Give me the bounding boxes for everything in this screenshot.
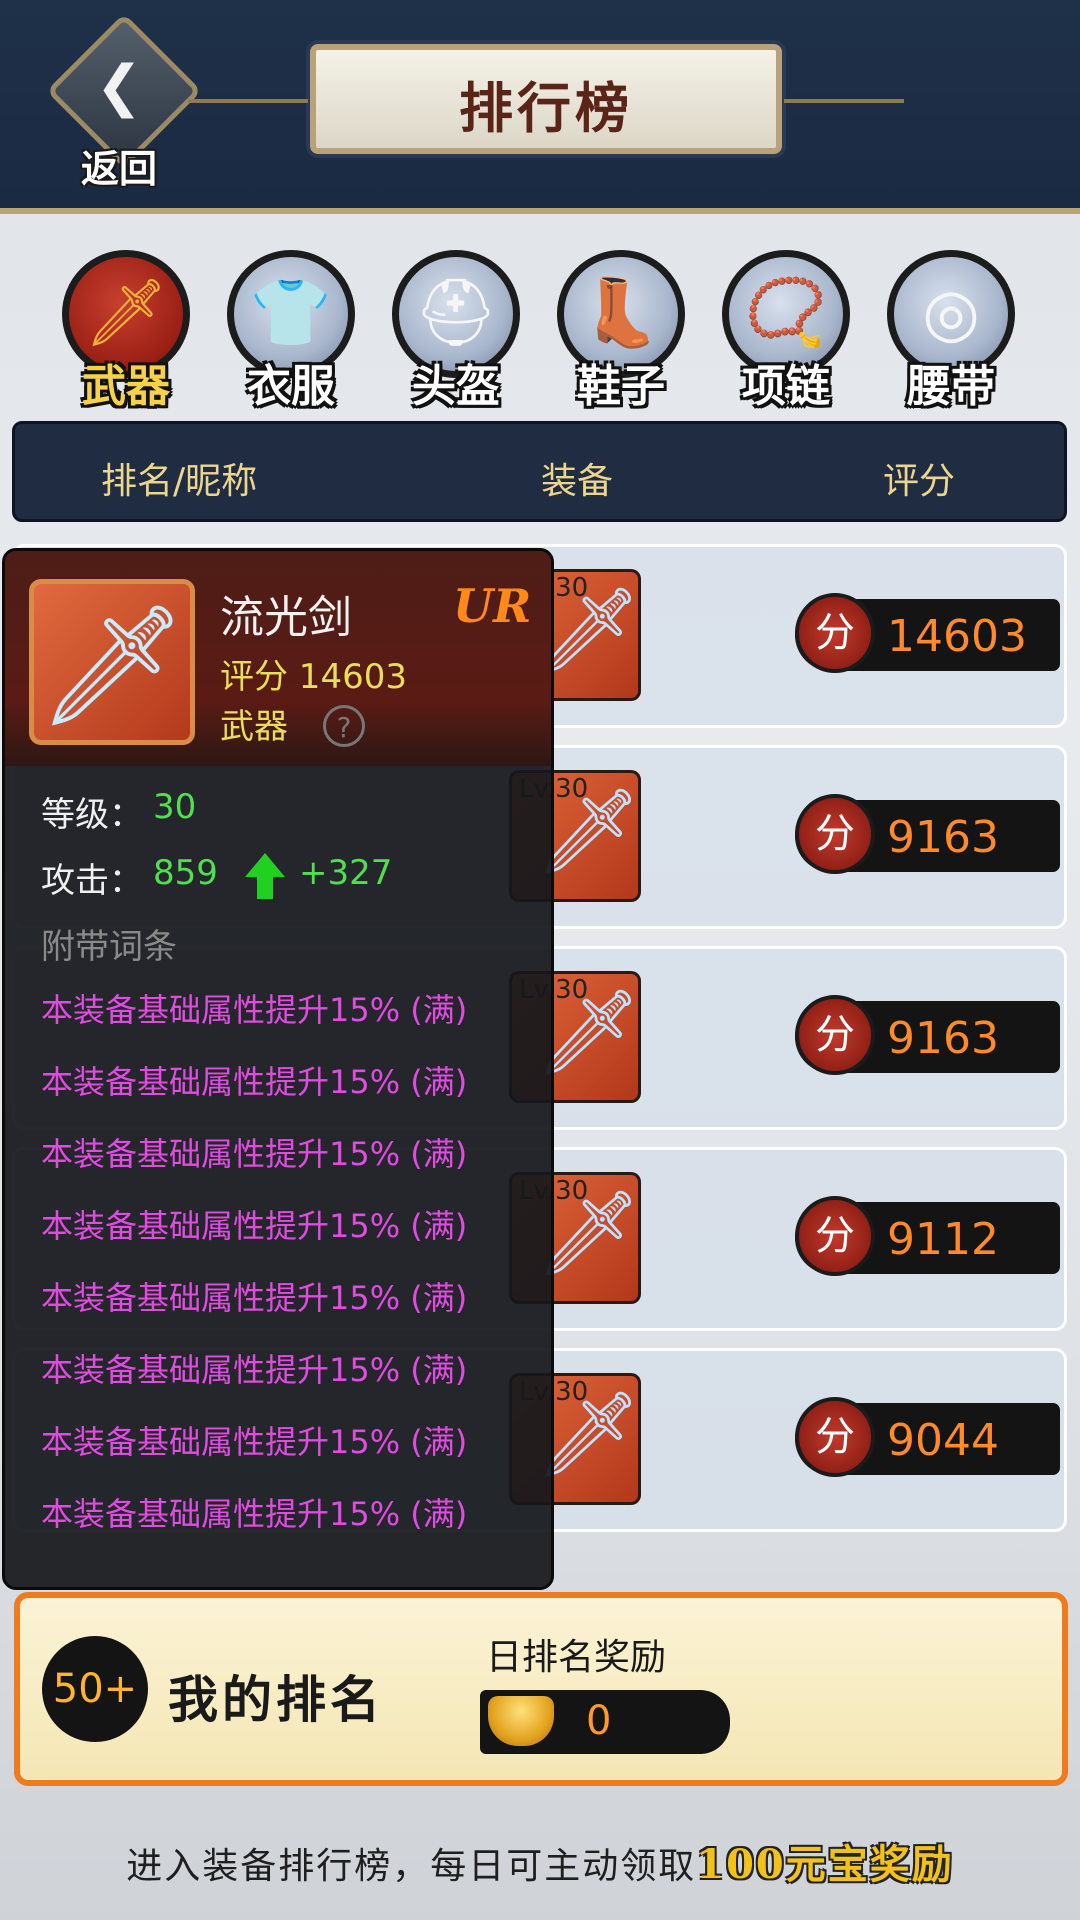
help-icon[interactable]: ? — [323, 705, 365, 747]
score-value: 14603 — [887, 611, 1027, 662]
score-icon: 分 — [795, 1397, 875, 1477]
attack-label: 攻击： — [41, 861, 143, 901]
tab-belt-label: 腰带 — [907, 361, 995, 412]
column-rank-nickname: 排名/昵称 — [101, 461, 258, 502]
daily-reward-value: 0 — [586, 1698, 612, 1744]
tab-weapon[interactable]: 🗡 武器 — [56, 250, 196, 412]
affix-item: 本装备基础属性提升15% (满) — [41, 1063, 468, 1101]
rarity-badge: UR — [453, 579, 532, 633]
affix-item: 本装备基础属性提升15% (满) — [41, 1423, 468, 1461]
affix-item: 本装备基础属性提升15% (满) — [41, 1207, 468, 1245]
tab-helmet-label: 头盔 — [412, 361, 500, 412]
footer-text: 进入装备排行榜，每日可主动领取 — [126, 1846, 697, 1887]
my-rank-label: 我的排名 — [168, 1670, 384, 1729]
page-title: 排行榜 — [459, 76, 633, 140]
column-score: 评分 — [883, 461, 956, 502]
level-label: 等级： — [41, 795, 143, 835]
tab-necklace-label: 项链 — [742, 361, 830, 412]
helmet-icon: ⛑ — [414, 274, 498, 351]
tab-helmet[interactable]: ⛑ 头盔 — [386, 250, 526, 412]
score-icon: 分 — [795, 1196, 875, 1276]
my-rank-panel: 50+ 我的排名 日排名奖励 0 — [14, 1592, 1068, 1786]
boot-icon: 👢 — [579, 274, 663, 351]
score-icon: 分 — [795, 995, 875, 1075]
column-equipment: 装备 — [541, 461, 614, 502]
equipment-tooltip: 🗡 流光剑 UR 评分 14603 武器 ? 等级： 30 攻击： 859 +3… — [2, 548, 554, 1590]
my-rank-badge: 50+ — [42, 1636, 148, 1742]
affix-item: 本装备基础属性提升15% (满) — [41, 1351, 468, 1389]
tab-belt[interactable]: ◎ 腰带 — [881, 250, 1021, 412]
armor-icon: 👕 — [249, 274, 333, 351]
tab-necklace[interactable]: 📿 项链 — [716, 250, 856, 412]
sword-icon: 🗡 — [84, 274, 168, 351]
belt-icon: ◎ — [922, 274, 980, 351]
score-bar: 分 9163 — [795, 794, 1060, 874]
score-bar: 分 9163 — [795, 995, 1060, 1075]
score-icon: 分 — [795, 794, 875, 874]
gold-ingot-icon — [488, 1696, 554, 1746]
score-value: 9044 — [887, 1415, 999, 1466]
table-header: 排名/昵称 装备 评分 — [12, 421, 1067, 522]
score-value: 9112 — [887, 1214, 999, 1265]
score-bar: 分 9112 — [795, 1196, 1060, 1276]
necklace-icon: 📿 — [744, 274, 828, 351]
sword-icon: 🗡 — [37, 596, 187, 734]
level-value: 30 — [153, 787, 197, 827]
score-bar: 分 9044 — [795, 1397, 1060, 1477]
equipment-name: 流光剑 — [220, 592, 352, 643]
score-value: 9163 — [887, 812, 999, 863]
score-icon: 分 — [795, 593, 875, 673]
equipment-score: 评分 14603 — [220, 657, 407, 697]
tab-clothes[interactable]: 👕 衣服 — [221, 250, 361, 412]
back-button[interactable]: ❮ 返回 — [44, 13, 202, 191]
score-bar: 分 14603 — [795, 593, 1060, 673]
score-value: 9163 — [887, 1013, 999, 1064]
affix-item: 本装备基础属性提升15% (满) — [41, 1279, 468, 1317]
tooltip-header: 🗡 流光剑 UR 评分 14603 武器 ? — [5, 551, 551, 766]
affix-title: 附带词条 — [41, 927, 177, 967]
tab-shoes[interactable]: 👢 鞋子 — [551, 250, 691, 412]
affix-item: 本装备基础属性提升15% (满) — [41, 1495, 468, 1533]
attack-bonus: +327 — [299, 853, 393, 893]
footer-highlight: 100元宝奖励 — [696, 1841, 954, 1888]
tab-weapon-label: 武器 — [82, 361, 170, 412]
daily-reward-bar: 0 — [480, 1690, 730, 1754]
back-arrow-icon: ❮ — [95, 54, 143, 119]
back-label: 返回 — [80, 146, 157, 191]
equipment-type: 武器 — [220, 707, 288, 747]
tab-clothes-label: 衣服 — [247, 361, 335, 412]
equipment-icon-frame: 🗡 — [29, 579, 195, 745]
title-plate: 排行榜 — [188, 44, 904, 154]
top-bar: ❮ 返回 排行榜 — [0, 0, 1080, 214]
tab-shoes-label: 鞋子 — [577, 361, 665, 412]
attack-value: 859 — [153, 853, 218, 893]
footer-note: 进入装备排行榜，每日可主动领取100元宝奖励 — [0, 1832, 1080, 1890]
affix-item: 本装备基础属性提升15% (满) — [41, 991, 468, 1029]
daily-reward-title: 日排名奖励 — [486, 1637, 667, 1678]
affix-item: 本装备基础属性提升15% (满) — [41, 1135, 468, 1173]
